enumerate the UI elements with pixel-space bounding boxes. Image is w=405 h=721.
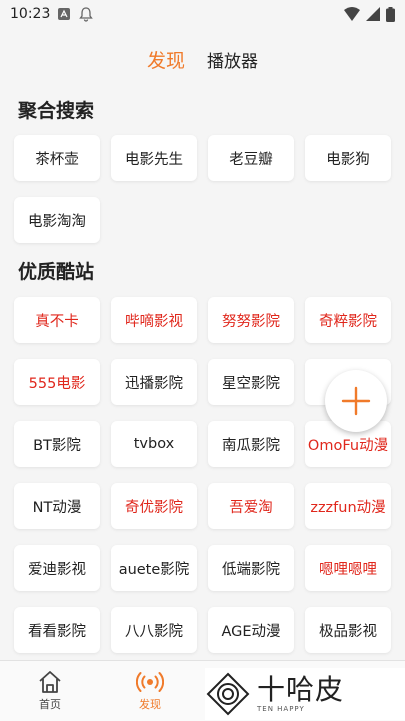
home-icon — [39, 671, 61, 693]
status-right — [344, 6, 395, 22]
site-chip[interactable]: 电影先生 — [111, 135, 197, 181]
site-chip[interactable]: 低端影院 — [208, 545, 294, 591]
site-chip[interactable]: tvbox — [111, 421, 197, 467]
status-left: 10:23 — [10, 6, 94, 22]
watermark-subtitle: TEN HAPPY — [257, 705, 305, 713]
nav-home[interactable]: 首页 — [0, 670, 100, 712]
site-chip[interactable]: 哔嘀影视 — [111, 297, 197, 343]
site-chip[interactable]: 老豆瓣 — [208, 135, 294, 181]
battery-icon — [386, 6, 395, 22]
site-chip[interactable]: 星空影院 — [208, 359, 294, 405]
site-chip[interactable]: NT动漫 — [14, 483, 100, 529]
quality-sites-grid: 真不卡 哔嘀影视 努努影院 奇粹影院 555电影 迅播影院 星空影院 TV BT… — [14, 297, 392, 653]
nav-home-label: 首页 — [39, 698, 61, 711]
site-chip[interactable]: zzzfun动漫 — [305, 483, 391, 529]
site-chip[interactable]: 八八影院 — [111, 607, 197, 653]
aggregate-search-grid: 茶杯壶 电影先生 老豆瓣 电影狗 电影淘淘 — [14, 135, 392, 243]
site-chip[interactable]: 迅播影院 — [111, 359, 197, 405]
plus-icon — [341, 386, 371, 416]
bell-icon — [79, 7, 94, 22]
site-chip[interactable]: AGE动漫 — [208, 607, 294, 653]
site-chip[interactable]: 嗯哩嗯哩 — [305, 545, 391, 591]
site-chip[interactable]: 看看影院 — [14, 607, 100, 653]
watermark: 十哈皮 TEN HAPPY — [205, 668, 405, 720]
status-time: 10:23 — [10, 6, 51, 22]
add-button[interactable] — [325, 370, 387, 432]
status-bar: 10:23 — [0, 0, 405, 28]
site-chip[interactable]: 南瓜影院 — [208, 421, 294, 467]
tab-discover[interactable]: 发现 — [147, 46, 185, 73]
site-chip[interactable]: 茶杯壶 — [14, 135, 100, 181]
top-tab-bar: 发现 播放器 — [0, 42, 405, 76]
nav-discover-label: 发现 — [139, 698, 161, 711]
section-title-quality-sites: 优质酷站 — [18, 261, 95, 283]
tab-player[interactable]: 播放器 — [207, 47, 258, 72]
site-chip[interactable]: 奇优影院 — [111, 483, 197, 529]
site-chip[interactable]: 真不卡 — [14, 297, 100, 343]
site-chip[interactable]: auete影院 — [111, 545, 197, 591]
site-chip[interactable]: 奇粹影院 — [305, 297, 391, 343]
site-chip[interactable]: 电影狗 — [305, 135, 391, 181]
broadcast-icon — [136, 672, 164, 692]
watermark-text: 十哈皮 TEN HAPPY — [257, 673, 345, 714]
site-chip[interactable]: 努努影院 — [208, 297, 294, 343]
site-chip[interactable]: 极品影视 — [305, 607, 391, 653]
site-chip[interactable]: BT影院 — [14, 421, 100, 467]
signal-icon — [366, 7, 380, 21]
site-chip[interactable]: 吾爱淘 — [208, 483, 294, 529]
diamond-logo-icon — [206, 672, 250, 716]
watermark-title: 十哈皮 — [257, 673, 345, 706]
site-chip[interactable]: 555电影 — [14, 359, 100, 405]
section-title-aggregate-search: 聚合搜索 — [18, 100, 95, 122]
site-chip[interactable]: 爱迪影视 — [14, 545, 100, 591]
site-chip[interactable]: 电影淘淘 — [14, 197, 100, 243]
wifi-icon — [344, 7, 360, 21]
nav-discover[interactable]: 发现 — [100, 670, 200, 712]
app-notification-icon — [58, 8, 71, 20]
